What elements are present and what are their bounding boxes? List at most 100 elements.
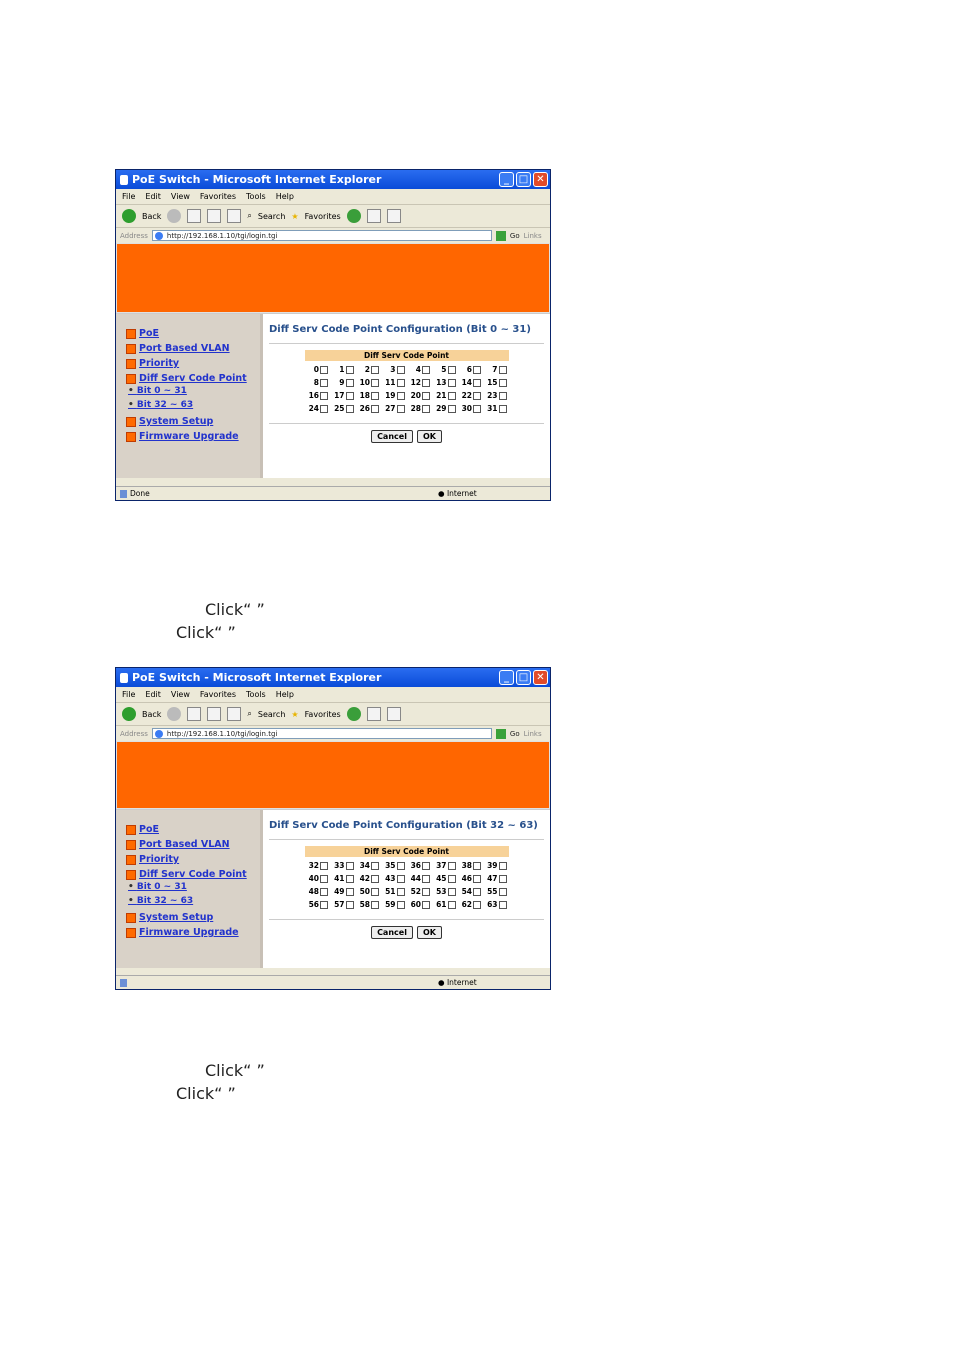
dscp-checkbox[interactable]	[422, 887, 430, 896]
forward-icon[interactable]	[167, 707, 182, 721]
dscp-checkbox[interactable]	[345, 887, 354, 896]
nav-diff-serv-code-point[interactable]: Diff Serv Code Point	[126, 867, 260, 882]
dscp-checkbox[interactable]	[447, 404, 456, 413]
dscp-checkbox[interactable]	[447, 861, 456, 870]
nav-bit-32-63[interactable]: Bit 32 ~ 63	[126, 400, 260, 414]
links-label[interactable]: Links	[524, 232, 542, 240]
dscp-checkbox[interactable]	[422, 861, 430, 870]
dscp-checkbox[interactable]	[320, 404, 328, 413]
dscp-checkbox[interactable]	[422, 365, 430, 374]
search-label[interactable]: Search	[258, 710, 285, 719]
back-label[interactable]: Back	[142, 710, 161, 719]
dscp-checkbox[interactable]	[396, 378, 405, 387]
nav-diff-serv-code-point[interactable]: Diff Serv Code Point	[126, 371, 260, 386]
menu-edit[interactable]: Edit	[145, 192, 161, 201]
dscp-checkbox[interactable]	[473, 874, 481, 883]
back-icon[interactable]	[122, 209, 136, 223]
dscp-checkbox[interactable]	[473, 887, 481, 896]
mail-icon[interactable]	[366, 707, 381, 721]
dscp-checkbox[interactable]	[371, 404, 379, 413]
go-icon[interactable]	[495, 230, 506, 241]
minimize-button[interactable]: _	[499, 172, 514, 187]
back-icon[interactable]	[122, 707, 136, 721]
dscp-checkbox[interactable]	[447, 391, 456, 400]
go-button[interactable]: Go	[510, 730, 520, 738]
menu-tools[interactable]: Tools	[246, 192, 266, 201]
favorites-icon[interactable]: ★	[291, 710, 298, 719]
menu-view[interactable]: View	[171, 690, 190, 699]
dscp-checkbox[interactable]	[447, 900, 456, 909]
dscp-checkbox[interactable]	[345, 391, 354, 400]
go-button[interactable]: Go	[510, 232, 520, 240]
nav-system-setup[interactable]: System Setup	[126, 910, 260, 925]
dscp-checkbox[interactable]	[498, 887, 507, 896]
menu-view[interactable]: View	[171, 192, 190, 201]
nav-bit-32-63[interactable]: Bit 32 ~ 63	[126, 896, 260, 910]
refresh-icon[interactable]	[207, 209, 222, 223]
dscp-checkbox[interactable]	[320, 887, 328, 896]
forward-icon[interactable]	[167, 209, 182, 223]
maximize-button[interactable]: □	[516, 670, 531, 685]
dscp-checkbox[interactable]	[422, 874, 430, 883]
dscp-checkbox[interactable]	[473, 391, 481, 400]
minimize-button[interactable]: _	[499, 670, 514, 685]
dscp-checkbox[interactable]	[345, 874, 354, 883]
print-icon[interactable]	[386, 707, 401, 721]
home-icon[interactable]	[227, 707, 242, 721]
nav-firmware-upgrade[interactable]: Firmware Upgrade	[126, 429, 260, 444]
dscp-checkbox[interactable]	[396, 887, 405, 896]
menu-file[interactable]: File	[122, 192, 135, 201]
media-icon[interactable]	[346, 707, 361, 721]
favorites-label[interactable]: Favorites	[305, 710, 341, 719]
nav-port-based-vlan[interactable]: Port Based VLAN	[126, 341, 260, 356]
dscp-checkbox[interactable]	[422, 391, 430, 400]
home-icon[interactable]	[227, 209, 242, 223]
menu-tools[interactable]: Tools	[246, 690, 266, 699]
menu-favorites[interactable]: Favorites	[200, 192, 236, 201]
dscp-checkbox[interactable]	[473, 378, 481, 387]
dscp-checkbox[interactable]	[498, 365, 507, 374]
dscp-checkbox[interactable]	[447, 887, 456, 896]
dscp-checkbox[interactable]	[473, 861, 481, 870]
address-input[interactable]: http://192.168.1.10/tgi/login.tgi	[151, 230, 492, 241]
dscp-checkbox[interactable]	[396, 365, 405, 374]
menu-favorites[interactable]: Favorites	[200, 690, 236, 699]
dscp-checkbox[interactable]	[320, 874, 328, 883]
menu-help[interactable]: Help	[276, 690, 294, 699]
dscp-checkbox[interactable]	[371, 900, 379, 909]
dscp-checkbox[interactable]	[396, 861, 405, 870]
media-icon[interactable]	[346, 209, 361, 223]
dscp-checkbox[interactable]	[396, 404, 405, 413]
dscp-checkbox[interactable]	[498, 404, 507, 413]
menu-help[interactable]: Help	[276, 192, 294, 201]
dscp-checkbox[interactable]	[422, 900, 430, 909]
dscp-checkbox[interactable]	[371, 365, 379, 374]
print-icon[interactable]	[386, 209, 401, 223]
dscp-checkbox[interactable]	[498, 874, 507, 883]
dscp-checkbox[interactable]	[371, 391, 379, 400]
menu-file[interactable]: File	[122, 690, 135, 699]
dscp-checkbox[interactable]	[473, 365, 481, 374]
nav-poe[interactable]: PoE	[126, 326, 260, 341]
nav-priority[interactable]: Priority	[126, 356, 260, 371]
cancel-button[interactable]: Cancel	[371, 926, 413, 939]
mail-icon[interactable]	[366, 209, 381, 223]
dscp-checkbox[interactable]	[498, 900, 507, 909]
dscp-checkbox[interactable]	[320, 391, 328, 400]
dscp-checkbox[interactable]	[320, 861, 328, 870]
dscp-checkbox[interactable]	[498, 378, 507, 387]
ok-button[interactable]: OK	[416, 430, 442, 443]
dscp-checkbox[interactable]	[498, 861, 507, 870]
dscp-checkbox[interactable]	[320, 900, 328, 909]
dscp-checkbox[interactable]	[396, 900, 405, 909]
favorites-label[interactable]: Favorites	[305, 212, 341, 221]
dscp-checkbox[interactable]	[371, 861, 379, 870]
links-label[interactable]: Links	[524, 730, 542, 738]
refresh-icon[interactable]	[207, 707, 222, 721]
dscp-checkbox[interactable]	[345, 365, 354, 374]
dscp-checkbox[interactable]	[345, 900, 354, 909]
menu-edit[interactable]: Edit	[145, 690, 161, 699]
dscp-checkbox[interactable]	[345, 404, 354, 413]
dscp-checkbox[interactable]	[447, 378, 456, 387]
cancel-button[interactable]: Cancel	[371, 430, 413, 443]
